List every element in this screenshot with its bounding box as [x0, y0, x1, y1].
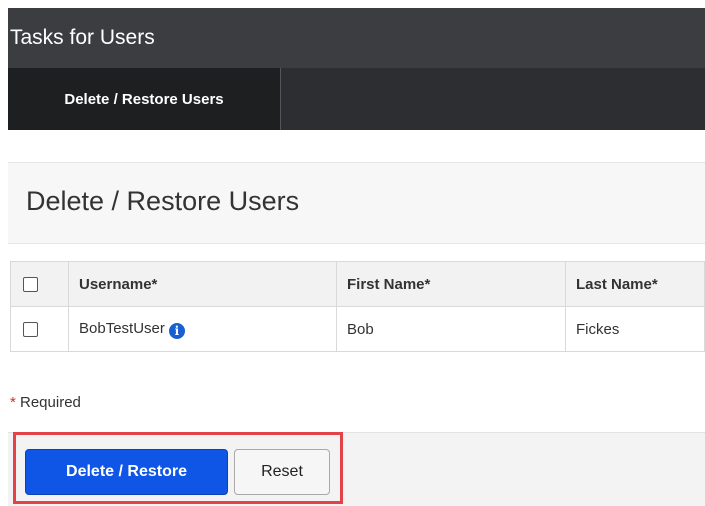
app-header: Tasks for Users	[8, 8, 705, 68]
page-title: Delete / Restore Users	[26, 186, 300, 216]
required-text: Required	[15, 394, 81, 411]
username-text: BobTestUser	[79, 319, 165, 337]
section-header: Delete / Restore Users	[8, 162, 705, 244]
column-header-last-name[interactable]: Last Name*	[565, 261, 705, 307]
required-note: * Required	[10, 394, 81, 411]
tab-divider	[280, 68, 281, 130]
column-header-username[interactable]: Username*	[68, 261, 337, 307]
table-row: BobTestUser i Bob Fickes	[10, 306, 705, 352]
row-select-cell	[10, 306, 69, 352]
column-header-first-name[interactable]: First Name*	[336, 261, 566, 307]
delete-restore-button[interactable]: Delete / Restore	[25, 449, 228, 495]
first-name-cell: Bob	[336, 306, 566, 352]
table-header-row: Username* First Name* Last Name*	[10, 261, 705, 307]
last-name-cell: Fickes	[565, 306, 705, 352]
tab-bar: Delete / Restore Users	[8, 68, 705, 130]
info-icon[interactable]: i	[168, 322, 185, 339]
header-title: Tasks for Users	[10, 26, 155, 49]
select-all-checkbox[interactable]	[23, 277, 38, 293]
reset-button[interactable]: Reset	[234, 449, 330, 495]
select-all-cell	[10, 261, 69, 307]
row-checkbox[interactable]	[23, 322, 38, 338]
tab-delete-restore-users[interactable]: Delete / Restore Users	[8, 68, 280, 130]
username-cell: BobTestUser i	[68, 306, 337, 352]
users-table: Username* First Name* Last Name* BobTest…	[10, 261, 705, 352]
